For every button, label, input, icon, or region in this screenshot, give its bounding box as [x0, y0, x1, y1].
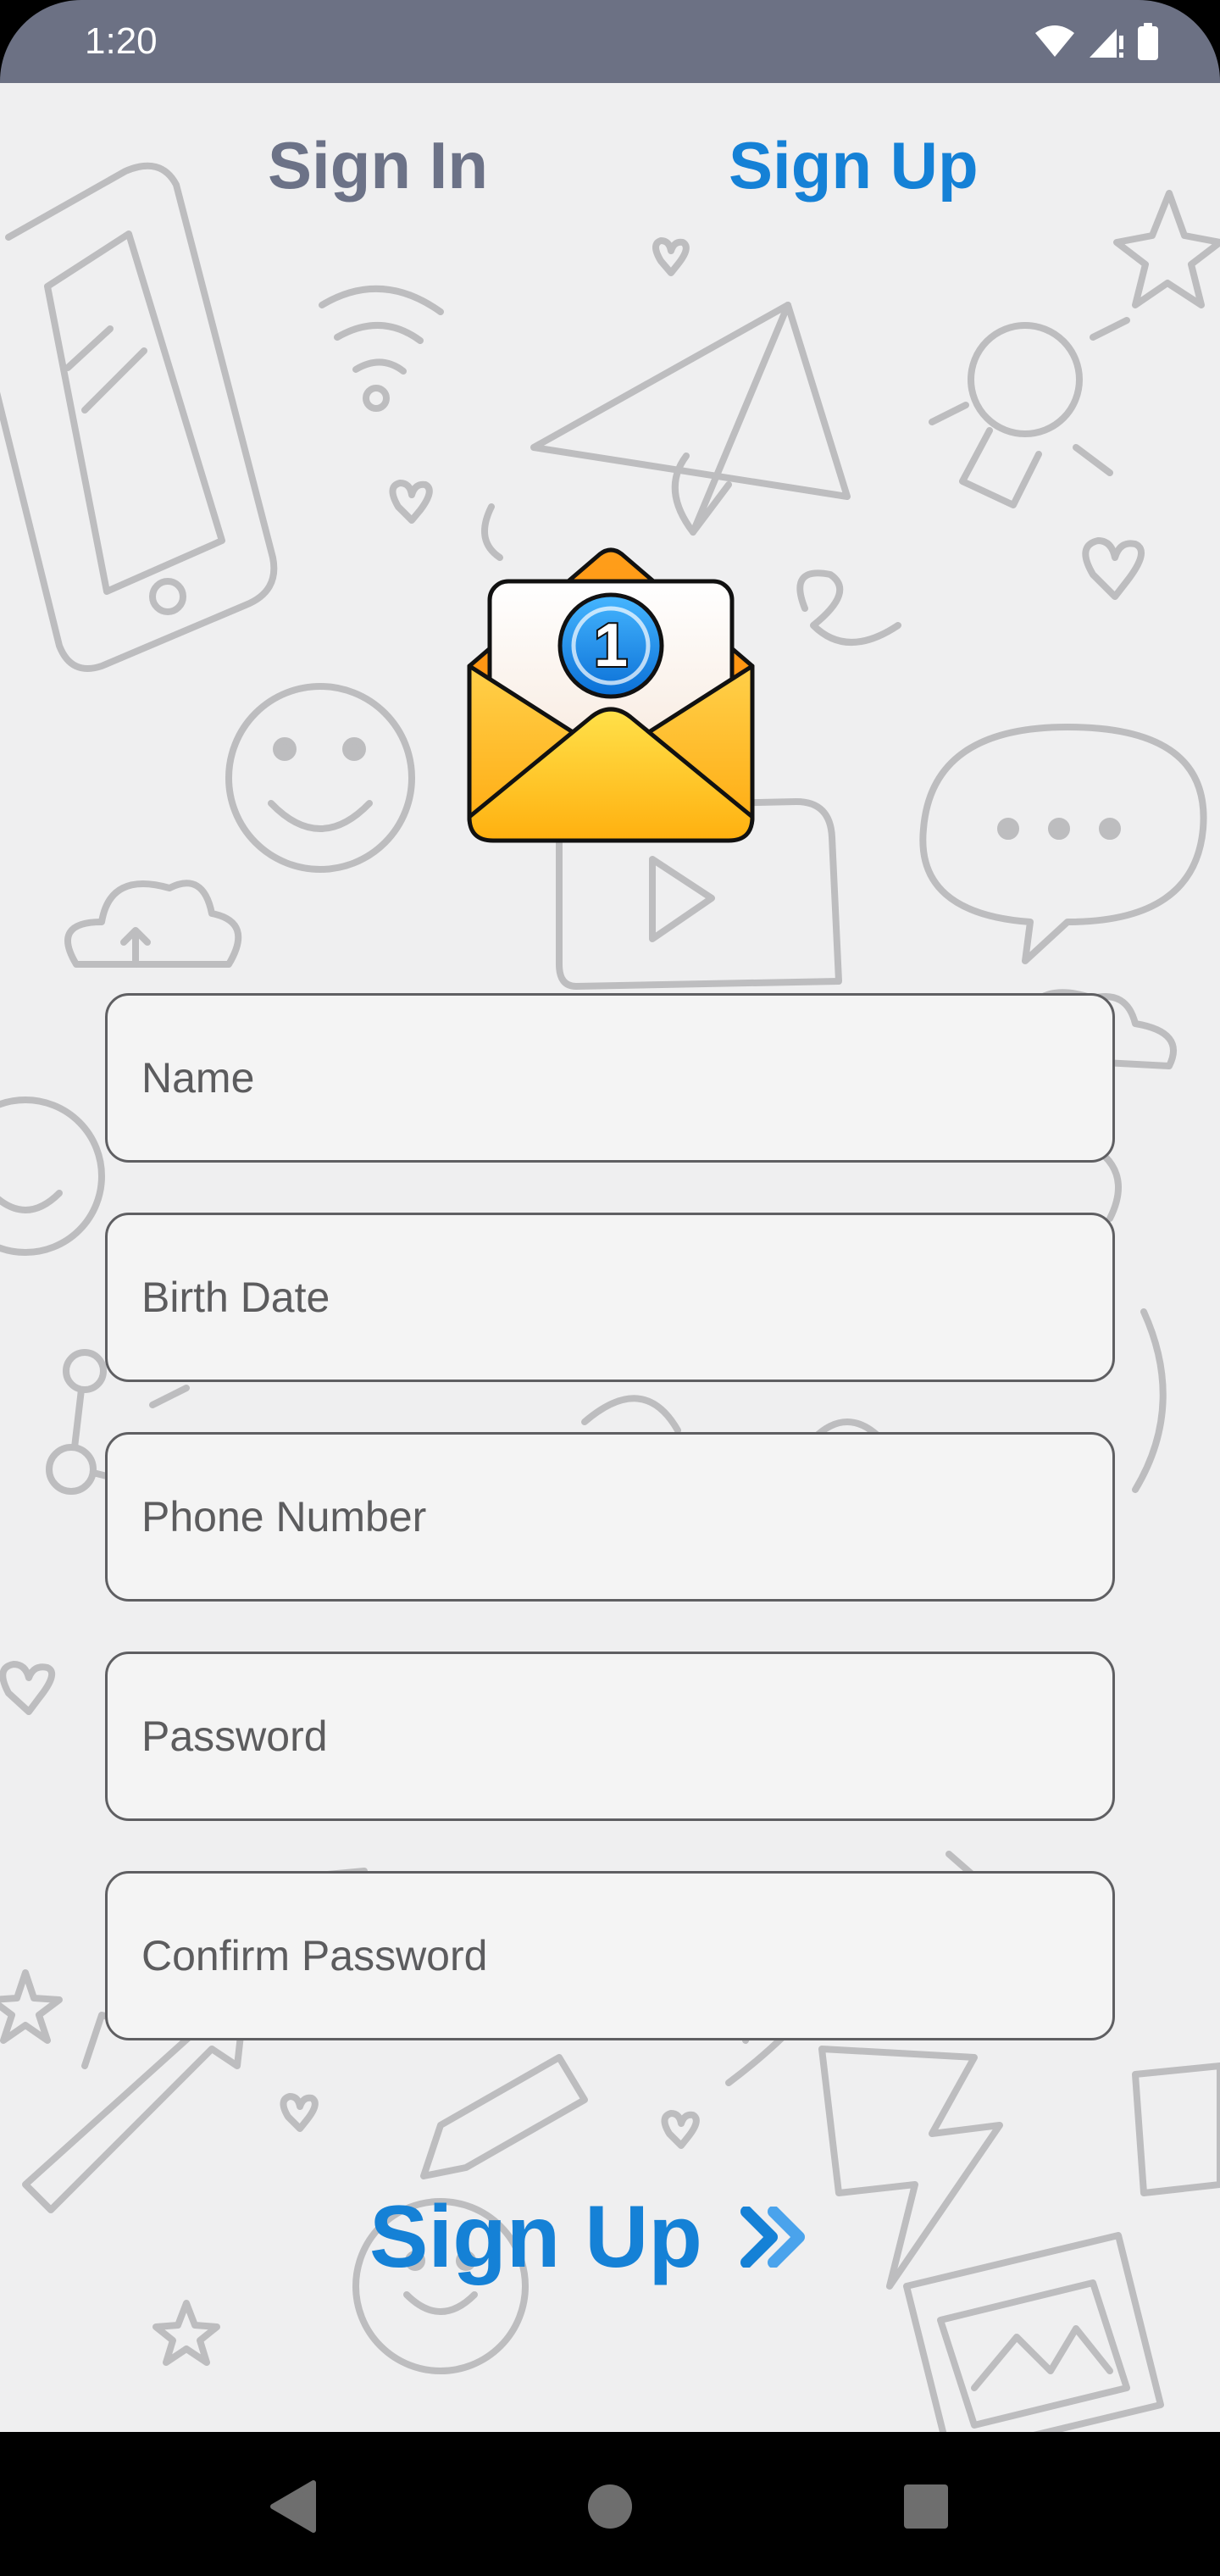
password-input[interactable]	[108, 1654, 1112, 1818]
phone-number-field	[105, 1432, 1115, 1602]
home-icon[interactable]	[568, 2464, 652, 2549]
battery-icon	[1138, 23, 1158, 60]
tab-sign-up[interactable]: Sign Up	[729, 127, 979, 203]
sign-up-button-label: Sign Up	[369, 2188, 702, 2286]
double-chevron-right-icon	[740, 2207, 805, 2268]
birth-date-field	[105, 1213, 1115, 1382]
notification-badge-count: 1	[594, 612, 628, 680]
cellular-signal-icon	[1090, 29, 1123, 58]
signup-screen: Sign In Sign Up 1 Name Birth Date Phone …	[0, 83, 1220, 2432]
name-input[interactable]	[108, 996, 1112, 1160]
tab-sign-in[interactable]: Sign In	[268, 127, 488, 203]
sign-up-button[interactable]: Sign Up	[369, 2186, 807, 2288]
password-field	[105, 1652, 1115, 1821]
recents-icon[interactable]	[884, 2464, 968, 2549]
back-icon[interactable]	[247, 2464, 332, 2549]
confirm-password-input[interactable]	[108, 1874, 1112, 2038]
status-time: 1:20	[85, 20, 158, 62]
wifi-icon	[1035, 25, 1074, 57]
status-icons	[1034, 22, 1159, 61]
confirm-password-field	[105, 1871, 1115, 2040]
navigation-bar	[0, 2432, 1220, 2576]
birth-date-input[interactable]	[108, 1215, 1112, 1380]
name-field	[105, 993, 1115, 1163]
app-screen: 1:20 Sign In Sign Up 1 Name Birth Date P…	[0, 0, 1220, 2576]
phone-number-input[interactable]	[108, 1435, 1112, 1599]
envelope-notification-icon: 1	[467, 547, 755, 843]
status-bar: 1:20	[0, 0, 1220, 83]
